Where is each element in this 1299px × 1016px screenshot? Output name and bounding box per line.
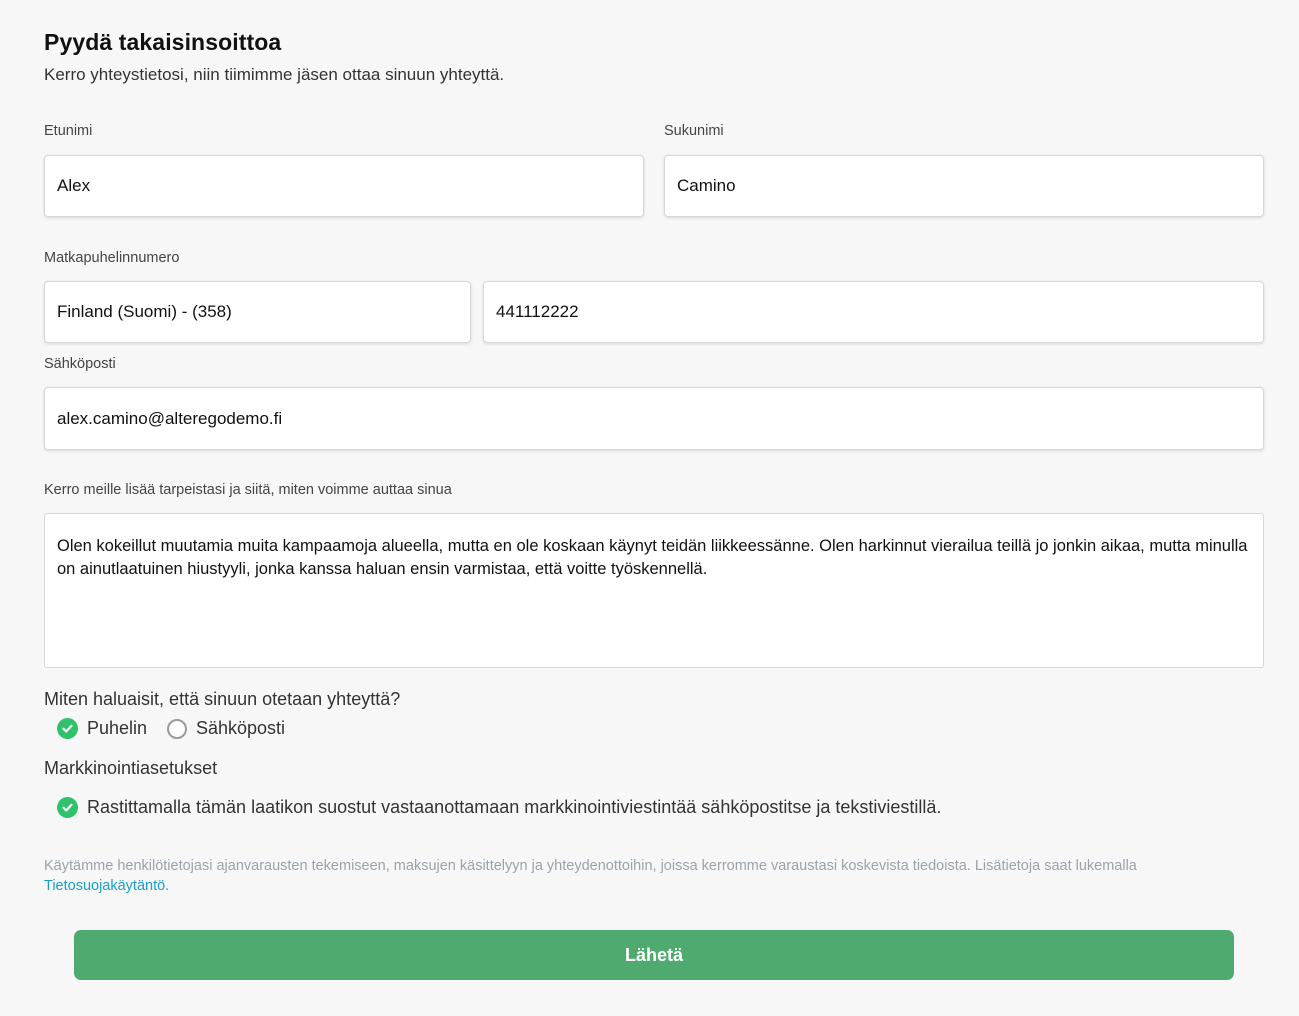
submit-button[interactable]: Lähetä [74, 930, 1234, 980]
marketing-consent-checkbox[interactable]: Rastittamalla tämän laatikon suostut vas… [57, 797, 941, 818]
message-textarea[interactable]: Olen kokeillut muutamia muita kampaamoja… [44, 513, 1264, 668]
contact-option-email-label: Sähköposti [196, 718, 286, 738]
email-input[interactable] [44, 387, 1264, 450]
check-circle-icon [57, 797, 78, 818]
check-circle-icon [57, 718, 78, 739]
empty-circle-icon [167, 718, 187, 739]
page-title: Pyydä takaisinsoittoa [44, 29, 282, 55]
email-label: Sähköposti [44, 356, 116, 372]
privacy-notice: Käytämme henkilötietojasi ajanvarausten … [44, 857, 1259, 896]
privacy-policy-link[interactable]: Tietosuojakäytäntö. [44, 878, 169, 894]
contact-option-email[interactable]: Sähköposti [167, 718, 285, 739]
phone-number-input[interactable] [483, 281, 1264, 343]
first-name-input[interactable] [44, 155, 644, 217]
callback-form-page: Pyydä takaisinsoittoa Kerro yhteystietos… [0, 0, 1299, 1016]
marketing-consent-label: Rastittamalla tämän laatikon suostut vas… [87, 797, 942, 817]
country-code-select[interactable]: Finland (Suomi) - (358) [44, 281, 471, 343]
last-name-label: Sukunimi [664, 123, 724, 139]
phone-label: Matkapuhelinnumero [44, 250, 180, 266]
contact-option-phone-label: Puhelin [87, 718, 148, 738]
contact-option-phone[interactable]: Puhelin [57, 718, 147, 739]
last-name-input[interactable] [664, 155, 1264, 217]
message-label: Kerro meille lisää tarpeistasi ja siitä,… [44, 482, 452, 498]
contact-method-question: Miten haluaisit, että sinuun otetaan yht… [44, 689, 401, 709]
first-name-label: Etunimi [44, 123, 93, 139]
privacy-text: Käytämme henkilötietojasi ajanvarausten … [44, 858, 1137, 874]
marketing-heading: Markkinointiasetukset [44, 758, 218, 778]
page-subtitle: Kerro yhteystietosi, niin tiimimme jäsen… [44, 65, 505, 84]
country-code-value: Finland (Suomi) - (358) [57, 302, 232, 321]
